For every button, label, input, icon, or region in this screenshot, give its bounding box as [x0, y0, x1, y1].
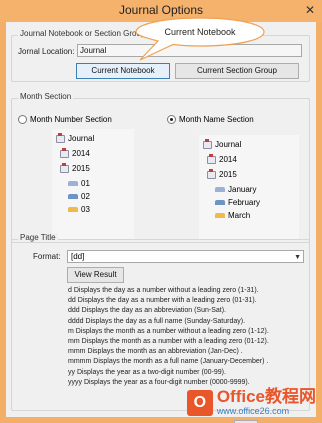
- tree-month: 02: [68, 192, 90, 201]
- section-icon: [68, 194, 78, 199]
- section-group-icon: [207, 168, 216, 179]
- help-line: mm Displays the month as a number with a…: [68, 338, 269, 346]
- month-number-preview: Journal 2014 2015 01 02 03: [52, 129, 134, 239]
- watermark: O Office教程网 www.office26.com: [186, 388, 316, 417]
- tree-year: 2015: [60, 162, 90, 173]
- tree-notebook-label: Journal: [215, 140, 242, 149]
- help-line: dd Displays the day as a number with a l…: [68, 297, 257, 305]
- section-icon: [68, 207, 78, 212]
- format-label: Format:: [33, 252, 61, 261]
- section-group-icon: [60, 147, 69, 158]
- section-icon: [215, 187, 225, 192]
- month-number-radio[interactable]: Month Number Section: [18, 115, 112, 124]
- help-line: dddd Displays the day as a full name (Su…: [68, 317, 246, 325]
- section-icon: [215, 213, 225, 218]
- format-value: [dd]: [71, 252, 85, 261]
- tree-month: January: [215, 185, 256, 194]
- format-select[interactable]: [dd] ▼: [67, 250, 304, 263]
- month-section-label: Month Section: [18, 92, 74, 101]
- tree-month-label: January: [228, 185, 257, 194]
- month-section-group: Month Section Month Number Section Month…: [11, 92, 310, 243]
- notebook-group-label: Journal Notebook or Section Group: [18, 29, 148, 38]
- page-title-label: Page Title: [18, 233, 58, 242]
- watermark-url: www.office26.com: [216, 406, 290, 416]
- view-result-button[interactable]: View Result: [67, 267, 124, 283]
- watermark-title: Office教程网: [216, 387, 316, 406]
- tree-year-label: 2015: [219, 170, 237, 179]
- window-title: Journal Options: [118, 3, 204, 17]
- tree-month: 03: [68, 205, 90, 214]
- tree-year-label: 2015: [72, 164, 90, 173]
- tree-month-label: February: [228, 198, 261, 207]
- watermark-text: Office教程网 www.office26.com: [217, 388, 316, 417]
- help-line: mmm Displays the month as an abbreviatio…: [68, 348, 243, 356]
- tree-notebook: Journal: [203, 138, 242, 149]
- tree-notebook: Journal: [56, 132, 95, 143]
- location-label: Jornal Location:: [18, 47, 75, 56]
- section-icon: [215, 200, 225, 205]
- tree-year-label: 2014: [219, 155, 237, 164]
- format-help: d Displays the day as a number without a…: [68, 286, 269, 388]
- month-name-radio[interactable]: Month Name Section: [167, 115, 254, 124]
- tree-month: 01: [68, 179, 90, 188]
- dialog-window: Journal Options ✕ Journal Notebook or Se…: [0, 0, 322, 423]
- month-name-label: Month Name Section: [179, 115, 254, 124]
- tree-notebook-label: Journal: [68, 134, 95, 143]
- help-line: yy Displays the year as a two-digit numb…: [68, 368, 226, 376]
- section-icon: [68, 181, 78, 186]
- help-line: ddd Displays the day as an abbreviation …: [68, 307, 226, 315]
- callout-text: Current Notebook: [164, 27, 236, 37]
- tree-year: 2014: [60, 147, 90, 158]
- help-line: mmmm Displays the month as a full name (…: [68, 358, 269, 366]
- tree-year-label: 2014: [72, 149, 90, 158]
- tree-month-label: 03: [81, 205, 90, 214]
- help-line: d Displays the day as a number without a…: [68, 287, 259, 294]
- dialog-client: Journal Notebook or Section Group Jornal…: [6, 22, 316, 423]
- section-group-icon: [207, 153, 216, 164]
- tree-year: 2015: [207, 168, 237, 179]
- notebook-icon: [56, 132, 65, 143]
- tree-month-label: 01: [81, 179, 90, 188]
- month-name-preview: Journal 2014 2015 January February March: [199, 135, 299, 239]
- callout-bubble: Current Notebook: [132, 16, 272, 64]
- help-line: m Displays the month as a number without…: [68, 327, 269, 335]
- month-number-label: Month Number Section: [30, 115, 112, 124]
- radio-on-icon[interactable]: [167, 115, 176, 124]
- tree-month-label: 02: [81, 192, 90, 201]
- current-section-group-button[interactable]: Current Section Group: [175, 63, 299, 79]
- page-title-group: Page Title Format: [dd] ▼ View Result d …: [11, 233, 310, 411]
- notebook-icon: [203, 138, 212, 149]
- tree-year: 2014: [207, 153, 237, 164]
- tree-month: March: [215, 211, 250, 220]
- section-group-icon: [60, 162, 69, 173]
- tree-month: February: [215, 198, 260, 207]
- office-logo-icon: O: [186, 389, 213, 416]
- radio-off-icon[interactable]: [18, 115, 27, 124]
- close-button[interactable]: ✕: [302, 2, 318, 18]
- tree-month-label: March: [228, 211, 251, 220]
- current-notebook-button[interactable]: Current Notebook: [76, 63, 170, 79]
- chevron-down-icon[interactable]: ▼: [294, 253, 301, 263]
